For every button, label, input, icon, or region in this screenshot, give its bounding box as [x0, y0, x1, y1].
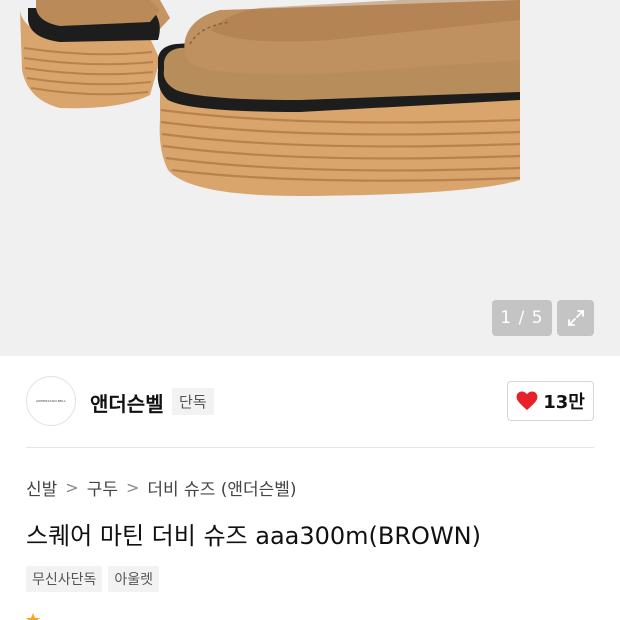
tag-musinsa-exclusive: 무신사단독: [26, 566, 103, 592]
divider: [26, 447, 594, 448]
breadcrumb-item-derby-shoes[interactable]: 더비 슈즈 (앤더슨벨): [147, 475, 296, 500]
breadcrumb: 신발 > 구두 > 더비 슈즈 (앤더슨벨): [26, 475, 297, 500]
brand-row: ANDERSSON BELL 앤더슨벨 단독 13만: [0, 356, 620, 448]
expand-arrows-icon: [567, 310, 584, 326]
product-title: 스퀘어 마틴 더비 슈즈 aaa300m(BROWN): [26, 522, 481, 550]
expand-image-button[interactable]: [557, 300, 594, 336]
brand-logo[interactable]: ANDERSSON BELL: [26, 376, 76, 426]
breadcrumb-separator: >: [125, 478, 140, 497]
star-icon: [26, 612, 40, 620]
exclusive-badge: 단독: [172, 388, 214, 415]
breadcrumb-separator: >: [65, 478, 79, 497]
heart-icon: [516, 391, 538, 411]
brand-name-link[interactable]: 앤더슨벨: [90, 388, 164, 417]
brand-logo-text: ANDERSSON BELL: [35, 399, 67, 403]
product-tags: 무신사단독 아울렛: [26, 566, 160, 592]
like-button[interactable]: 13만: [507, 381, 594, 421]
breadcrumb-item-dress-shoes[interactable]: 구두: [87, 475, 118, 500]
image-counter: 1 / 5: [492, 300, 552, 336]
breadcrumb-item-shoes[interactable]: 신발: [26, 475, 57, 500]
left-shoe: [20, 0, 170, 109]
image-counter-text: 1 / 5: [500, 308, 544, 328]
right-shoe: [157, 0, 521, 196]
tag-outlet: 아울렛: [108, 566, 160, 592]
product-image-gallery[interactable]: 1 / 5: [0, 0, 620, 356]
like-count: 13만: [543, 392, 585, 413]
